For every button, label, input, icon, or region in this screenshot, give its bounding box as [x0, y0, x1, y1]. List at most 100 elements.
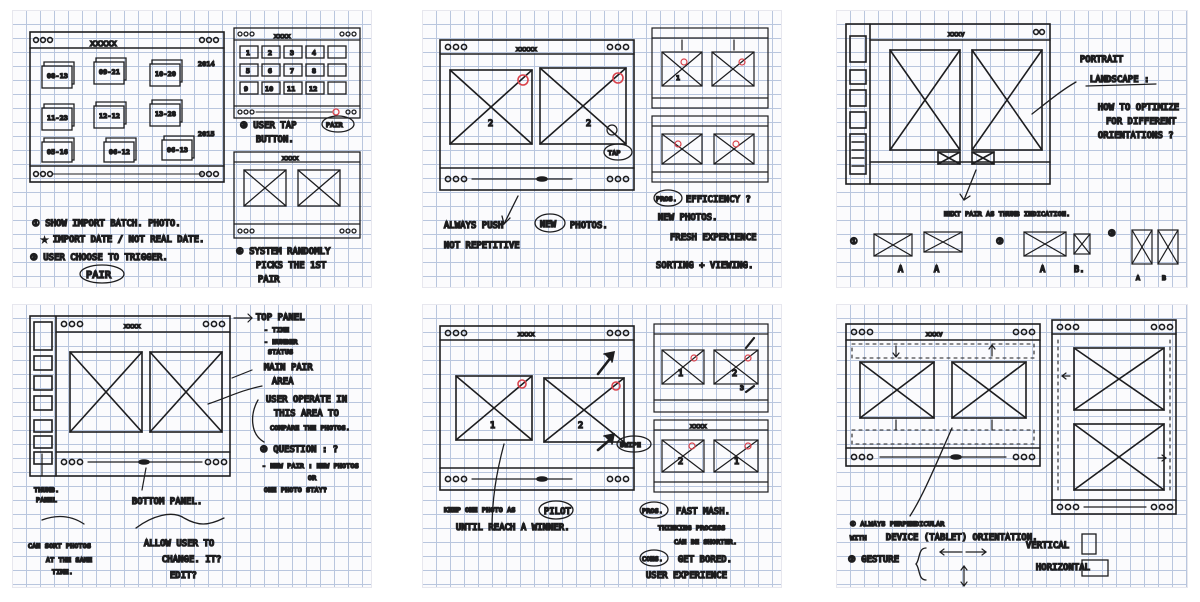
sketch-sheet-push-new-photos: xxxxx 2 2 TAP 1 ALWAYS PUSH NEW PHOTOS. … — [422, 10, 782, 288]
note-until-winner: UNTIL REACH A WINNER. — [456, 523, 570, 533]
note-next-pair: NEXT PAIR AS THUMB INDICATION. — [944, 210, 1070, 218]
photo-number-2a: 2 — [488, 119, 493, 129]
note-pros: PROS. — [656, 195, 677, 203]
label-a-1: A — [898, 265, 903, 275]
tap-label: TAP — [608, 149, 621, 157]
note-import-date: ★ IMPORT DATE / NOT REAL DATE. — [42, 235, 205, 245]
batch-date-5: 12-12 — [99, 112, 120, 120]
note-number: - NUMBER — [264, 338, 298, 346]
year-label-2: 2015 — [198, 130, 215, 138]
note-vertical: VERTICAL — [1026, 541, 1069, 551]
pair-label-small: PAIR — [326, 121, 343, 129]
photo-number-1: 1 — [676, 74, 680, 82]
note-status: STATUS — [268, 348, 293, 356]
note-picks-first: PICKS THE 1ST — [256, 261, 326, 271]
note-same: AT THE SAME — [46, 556, 92, 564]
swipe-label: SWIPE — [620, 441, 641, 449]
tablet-wireframe-panels — [29, 315, 231, 477]
label-b-2: B — [1162, 274, 1166, 282]
grid-num-6: 6 — [268, 67, 272, 75]
label-a-4: A — [1136, 274, 1140, 282]
tablet-wireframe-landscape-thumbs — [845, 23, 1051, 185]
tablet-wireframe-pilot-step-1 — [653, 323, 769, 413]
tablet-wireframe-pair — [233, 151, 361, 239]
photo-number-2b: 2 — [586, 119, 591, 129]
note-panel: PANEL — [36, 496, 57, 504]
note-new-pair: - NEW PAIR : NEW PHOTOS — [262, 462, 359, 470]
note-device-orientation: DEVICE (TABLET) ORIENTATION. — [886, 533, 1038, 543]
title-marks: xxxx — [124, 322, 141, 330]
note-main-pair: MAIN PAIR — [264, 363, 313, 373]
title-marks: xxxv — [926, 330, 943, 338]
photo-number-4: 2 — [732, 369, 737, 379]
note-bored: GET BORED. — [678, 555, 732, 565]
title-marks: xxxx — [518, 330, 535, 338]
note-with: WITH — [850, 534, 867, 542]
note-cons: CONS. — [642, 555, 663, 563]
note-thumb: THUMB. — [34, 486, 59, 494]
note-photos: PHOTOS. — [570, 221, 608, 231]
note-edit: EDIT? — [170, 571, 197, 581]
note-time-2: TIME. — [52, 568, 73, 576]
tablet-wireframe-portrait — [1051, 319, 1177, 515]
phone-vertical-icon — [1081, 533, 1097, 555]
grid-num-12: 12 — [309, 85, 317, 93]
grid-num-4: 4 — [312, 49, 316, 57]
batch-date-6: 13-28 — [155, 110, 176, 118]
tablet-wireframe-number-grid — [233, 27, 361, 119]
grid-num-1: 1 — [246, 49, 250, 57]
note-system-random: ④ SYSTEM RANDOMLY — [236, 247, 331, 257]
tablet-wireframe-main-pair — [439, 39, 635, 191]
note-pair: PAIR — [258, 275, 280, 285]
batch-date-1: 08-13 — [47, 72, 68, 80]
note-thinking: THINKING PROCESS — [658, 524, 725, 532]
sketch-sheet-batch-import: xxxxx 08-13 09-21 10-20 11-23 12-12 13-2… — [12, 10, 372, 288]
photo-number-5: 3 — [740, 384, 744, 392]
photo-number-1: 1 — [490, 421, 495, 431]
grid-num-8: 8 — [312, 67, 316, 75]
tablet-wireframe-pilot — [439, 325, 635, 491]
tablet-wireframe-batch-grid — [29, 31, 225, 183]
photo-number-7: 1 — [734, 457, 739, 467]
note-one-photo-stay: ONE PHOTO STAY? — [264, 486, 327, 494]
grid-num-10: 10 — [265, 85, 273, 93]
label-a-2: A — [934, 265, 939, 275]
photo-number-2: 2 — [578, 421, 583, 431]
batch-date-9: 06-13 — [167, 146, 188, 154]
note-user-operate: USER OPERATE IN — [266, 395, 347, 405]
year-label: 2014 — [198, 60, 215, 68]
note-keep-one: KEEP ONE PHOTO AS — [444, 506, 516, 514]
note-landscape: LANDSCAPE : — [1090, 75, 1150, 85]
note-pilot: PILOT — [544, 507, 571, 517]
option-1: ① — [850, 237, 858, 247]
note-this-area: THIS AREA TO — [274, 409, 339, 419]
note-how-optimize: HOW TO OPTIMIZE — [1098, 103, 1179, 113]
note-user-choose: ② USER CHOOSE TO TRIGGER. — [30, 253, 168, 263]
title-marks: xxxxx — [90, 39, 117, 49]
option-2: ② — [996, 237, 1004, 247]
grid-num-5: 5 — [246, 67, 250, 75]
note-or: OR — [308, 474, 316, 482]
note-allow-user: ALLOW USER TO — [144, 539, 214, 549]
note-sorting: SORTING + VIEWING. — [656, 261, 754, 271]
title-marks-2: xxxx — [690, 422, 707, 430]
note-fast-mash: FAST MASH. — [676, 507, 730, 517]
grid-num-7: 7 — [290, 67, 294, 75]
option-3: ③ — [1108, 229, 1116, 239]
tablet-wireframe-pilot-step-2 — [653, 419, 769, 493]
sketch-sheet-orientations: xxxv PORTRAIT LANDSCAPE : HOW TO OPTIMIZ… — [836, 10, 1188, 288]
note-bottom-panel: BOTTOM PANEL. — [132, 497, 202, 507]
sketch-sheet-pilot-photo: xxxx 1 2 SWIPE xxxx 1 2 3 2 1 KEEP ONE P… — [422, 304, 782, 588]
note-user-tap: ③ USER TAP — [240, 121, 297, 131]
note-efficiency: EFFICIENCY ? — [686, 195, 751, 205]
label-a-3: A — [1040, 265, 1045, 275]
note-new-photos: NEW PHOTOS. — [658, 213, 718, 223]
tablet-wireframe-landscape — [845, 323, 1041, 467]
note-fresh: FRESH EXPERIENCE — [670, 233, 757, 243]
note-question: ③ QUESTION : ? — [260, 445, 338, 455]
batch-date-4: 11-23 — [47, 114, 68, 122]
note-button: BUTTON. — [256, 135, 294, 145]
title-marks: xxxxx — [516, 45, 537, 53]
grid-num-11: 11 — [287, 85, 295, 93]
batch-date-8: 06-12 — [109, 148, 130, 156]
